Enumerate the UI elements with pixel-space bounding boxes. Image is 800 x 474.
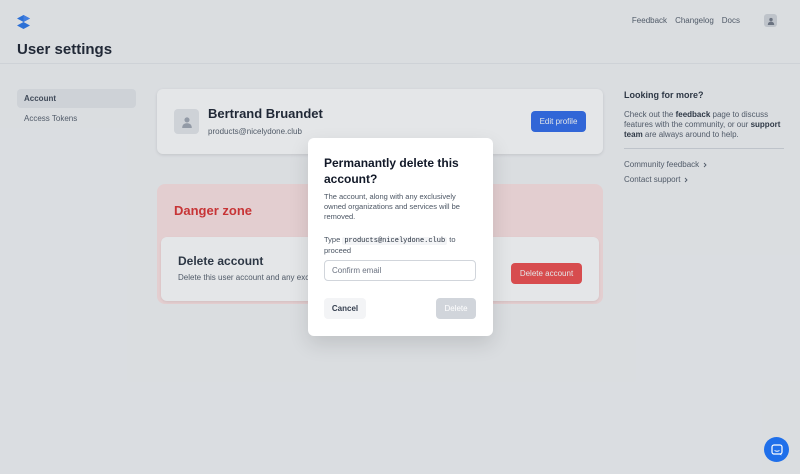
delete-confirm-modal: Permanantly delete this account? The acc… [308,138,493,336]
settings-page: User settings Feedback Changelog Docs Ac… [0,0,800,474]
modal-prompt: Type products@nicelydone.club to proceed [324,235,479,256]
prompt-text: Type [324,235,343,244]
prompt-email-code: products@nicelydone.club [342,237,448,245]
confirm-delete-button[interactable]: Delete [436,298,476,319]
chat-launcher-button[interactable] [764,437,789,462]
confirm-email-input[interactable] [324,260,476,281]
chat-icon [770,443,783,455]
cancel-button[interactable]: Cancel [324,298,366,319]
modal-title: Permanantly delete this account? [324,156,459,186]
modal-description: The account, along with any exclusively … [324,192,460,221]
